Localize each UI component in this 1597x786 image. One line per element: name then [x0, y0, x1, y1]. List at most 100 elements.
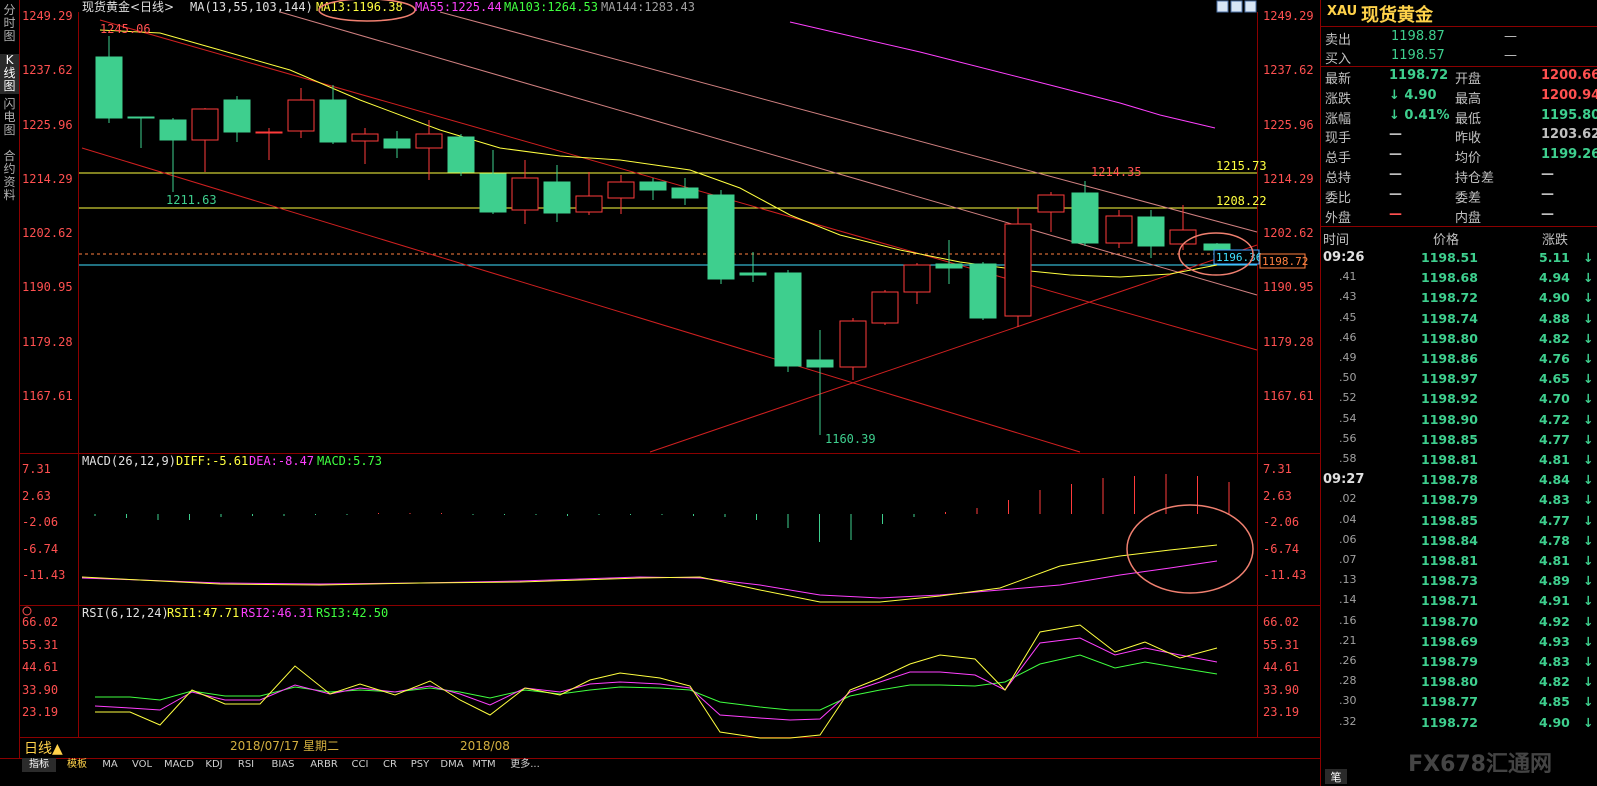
ma55-value: MA55:1225.44	[415, 0, 502, 14]
tab-more[interactable]: 更多...	[502, 758, 548, 772]
quote-row: 外盘 — 内盘 —	[1321, 206, 1597, 226]
arrow-down-icon: ↓	[1583, 633, 1594, 649]
quote-label-2: 开盘	[1455, 72, 1482, 87]
arrow-down-icon: ↓	[1583, 674, 1594, 690]
tab-arbr[interactable]: ARBR	[306, 758, 342, 772]
tick-change: 4.70	[1539, 391, 1570, 407]
rsi-settings-icon[interactable]	[22, 606, 32, 616]
arrow-down-icon: ↓	[1583, 452, 1594, 467]
macd-tick-right: 2.63	[1263, 489, 1292, 503]
candle-body	[511, 177, 539, 211]
tick-row: .56 1198.85 4.77 ↓	[1321, 430, 1597, 450]
price-tick-right: 1214.29	[1263, 172, 1314, 186]
rsi-tick-left: 23.19	[22, 705, 58, 719]
tick-price: 1198.92	[1421, 391, 1478, 407]
rsi3-value: RSI3:42.50	[316, 606, 388, 620]
tab-dma[interactable]: DMA	[438, 758, 466, 772]
tick-time: .14	[1339, 593, 1357, 607]
tick-time: .21	[1339, 633, 1357, 647]
tick-price: 1198.72	[1421, 290, 1478, 306]
tab-rsi[interactable]: RSI	[232, 758, 260, 772]
price-tick-right: 1167.61	[1263, 389, 1314, 403]
tab-contract-info[interactable]: 合约资料	[0, 150, 19, 208]
quote-value-2: 1195.80	[1541, 107, 1597, 123]
tick-price: 1198.68	[1421, 270, 1478, 286]
candle	[191, 108, 219, 172]
tab-vol[interactable]: VOL	[128, 758, 156, 772]
quote-label: 涨跌	[1325, 91, 1352, 107]
tab-bias[interactable]: BIAS	[266, 758, 300, 772]
tick-row: .04 1198.85 4.77 ↓	[1321, 511, 1597, 531]
tab-mtm[interactable]: MTM	[470, 758, 498, 772]
tab-indicators[interactable]: 指标	[22, 758, 56, 772]
arrow-down-icon: ↓	[1583, 573, 1594, 589]
candle-body	[903, 264, 931, 293]
macd-highlight-circle	[1126, 504, 1254, 594]
tab-ma[interactable]: MA	[98, 758, 122, 772]
price-tick-left: 1214.29	[22, 172, 73, 186]
quote-value: 1198.72	[1389, 68, 1449, 83]
tick-time: .52	[1339, 391, 1357, 405]
quote-row: 委比 — 委差 —	[1321, 186, 1597, 206]
macd-tick-right: 7.31	[1263, 462, 1292, 476]
tick-row: .58 1198.81 4.81 ↓	[1321, 450, 1597, 470]
tick-price: 1198.90	[1421, 411, 1478, 427]
tab-cr[interactable]: CR	[378, 758, 402, 772]
quote-row: 总持 — 持仓差 —	[1321, 166, 1597, 186]
tick-time: .04	[1339, 512, 1357, 526]
tab-kdj[interactable]: KDJ	[200, 758, 228, 772]
tick-change: 4.78	[1539, 532, 1570, 548]
period-selector[interactable]: 日线▲	[0, 738, 70, 758]
tick-price: 1198.74	[1421, 310, 1478, 326]
ma13-value: MA13:1196.38	[316, 0, 403, 14]
rsi-tick-left: 66.02	[22, 615, 58, 629]
quote-value-2: —	[1541, 206, 1554, 222]
quote-value: ↓ 0.41%	[1389, 107, 1450, 123]
tick-row: .46 1198.80 4.82 ↓	[1321, 329, 1597, 349]
tick-change: 4.91	[1539, 593, 1570, 609]
quote-row: 最新 1198.72 开盘 1200.66	[1321, 67, 1597, 87]
rsi-tick-left: 44.61	[22, 660, 58, 674]
tick-price: 1198.51	[1421, 250, 1478, 265]
candle	[287, 88, 315, 138]
candle	[1004, 208, 1032, 327]
arrow-down-icon: ↓	[1583, 411, 1594, 427]
macd-tick-left: 2.63	[22, 489, 51, 503]
tick-row: .49 1198.86 4.76 ↓	[1321, 349, 1597, 369]
kline-chart[interactable]: 现货黄金<日线> MA(13,55,103,144) MA13:1196.38 …	[20, 0, 1320, 758]
tick-time: .26	[1339, 654, 1357, 667]
tab-flash-chart[interactable]: 闪电图	[0, 98, 19, 142]
tick-change: 4.72	[1539, 411, 1570, 427]
quote-value-2: —	[1541, 167, 1554, 182]
quote-value: —	[1389, 127, 1402, 143]
tick-row: .14 1198.71 4.91 ↓	[1321, 591, 1597, 611]
tick-time: .45	[1339, 310, 1357, 324]
tab-macd[interactable]: MACD	[162, 758, 196, 772]
tick-change: 4.90	[1539, 290, 1570, 306]
close-icon[interactable]	[1244, 0, 1257, 13]
window-buttons[interactable]	[1216, 0, 1257, 13]
level-1215: 1215.73	[1216, 159, 1267, 173]
tab-kline[interactable]: K线图	[0, 54, 19, 94]
candle-body	[871, 291, 899, 324]
tick-change: 4.82	[1539, 330, 1570, 346]
tab-psy[interactable]: PSY	[406, 758, 434, 772]
macd-histogram	[94, 474, 1230, 542]
tick-row: .45 1198.74 4.88 ↓	[1321, 309, 1597, 329]
candle	[739, 252, 767, 282]
rsi-tick-left: 33.90	[22, 683, 58, 697]
arrow-down-icon: ↓	[1583, 532, 1594, 548]
tick-price: 1198.81	[1421, 553, 1478, 568]
arrow-down-icon: ↓	[1583, 330, 1594, 346]
restore-icon[interactable]	[1216, 0, 1229, 13]
moving-averages	[99, 21, 1218, 278]
tab-cci[interactable]: CCI	[346, 758, 374, 772]
tick-price: 1198.85	[1421, 512, 1478, 528]
candle	[383, 131, 411, 158]
quote-label-2: 均价	[1455, 151, 1482, 167]
tab-trades[interactable]: 笔	[1325, 769, 1347, 784]
rsi-tick-right: 55.31	[1263, 638, 1299, 652]
tab-templates[interactable]: 模板	[62, 758, 92, 772]
swap-icon[interactable]	[1230, 0, 1243, 13]
tab-timeshare[interactable]: 分时图	[0, 4, 19, 52]
